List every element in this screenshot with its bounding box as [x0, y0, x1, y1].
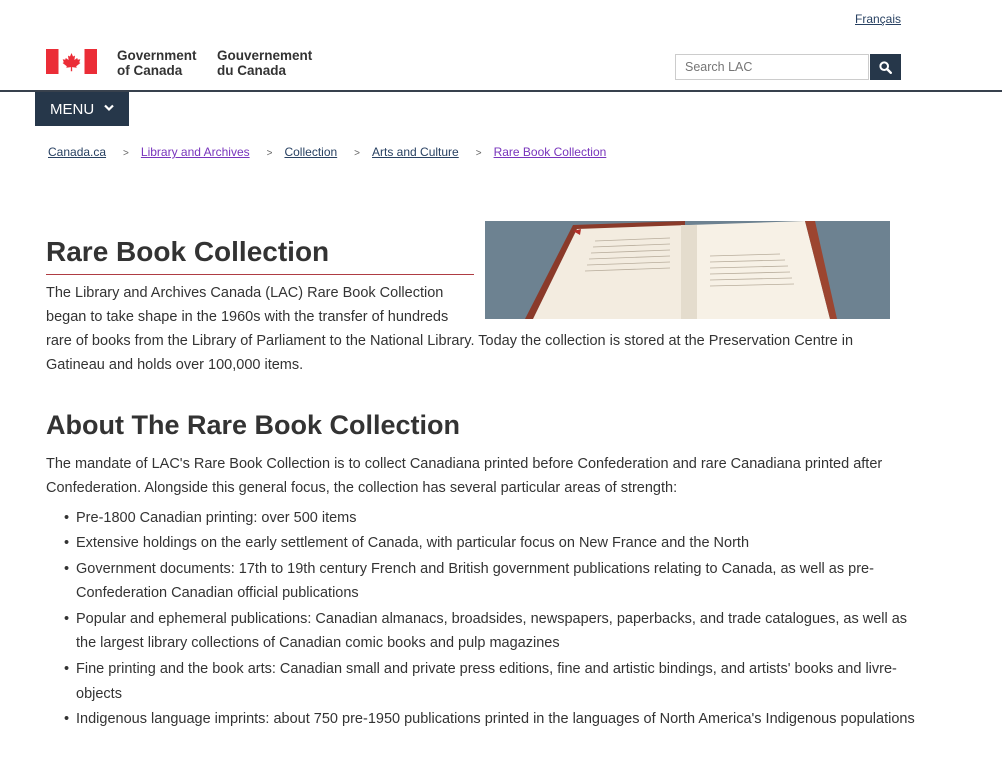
menu-label: MENU — [50, 100, 95, 118]
language-toggle-link[interactable]: Français — [855, 12, 901, 26]
intro-paragraph: The Library and Archives Canada (LAC) Ra… — [46, 285, 854, 373]
breadcrumb-separator: > — [266, 148, 273, 159]
breadcrumb-collection[interactable]: Collection — [284, 145, 337, 159]
breadcrumb-separator: > — [123, 148, 129, 159]
list-item: Popular and ephemeral publications: Cana… — [64, 607, 926, 657]
menu-button[interactable]: MENU — [35, 92, 129, 126]
chevron-down-icon — [104, 103, 114, 115]
breadcrumb-arts-and-culture[interactable]: Arts and Culture — [372, 145, 459, 159]
list-item: Extensive holdings on the early settleme… — [64, 531, 926, 556]
breadcrumb-canada-ca[interactable]: Canada.ca — [48, 145, 106, 159]
list-item: Government documents: 17th to 19th centu… — [64, 557, 926, 607]
breadcrumb-separator: > — [354, 148, 361, 159]
search-icon — [879, 60, 892, 74]
strengths-list: Pre-1800 Canadian printing: over 500 ite… — [46, 506, 926, 732]
breadcrumb-rare-book-collection[interactable]: Rare Book Collection — [494, 145, 607, 159]
breadcrumb-separator: > — [475, 148, 482, 159]
mandate-paragraph: The mandate of LAC's Rare Book Collectio… — [46, 456, 883, 496]
header-divider — [0, 90, 1002, 92]
gouvernement-du-canada-signature: Gouvernement du Canada — [217, 48, 313, 78]
search-input[interactable] — [675, 54, 869, 80]
about-heading: About The Rare Book Collection — [46, 410, 461, 440]
canada-flag-icon — [46, 49, 97, 74]
page-title: Rare Book Collection — [46, 236, 474, 275]
search-button[interactable] — [870, 54, 901, 80]
list-item: Fine printing and the book arts: Canadia… — [64, 657, 926, 707]
list-item: Indigenous language imprints: about 750 … — [64, 707, 926, 732]
breadcrumb-library-and-archives[interactable]: Library and Archives — [141, 145, 250, 159]
breadcrumb: Canada.ca > Library and Archives > Collectio… — [48, 145, 606, 159]
government-of-canada-signature: Government of Canada — [117, 48, 197, 78]
list-item: Pre-1800 Canadian printing: over 500 ite… — [64, 506, 926, 531]
